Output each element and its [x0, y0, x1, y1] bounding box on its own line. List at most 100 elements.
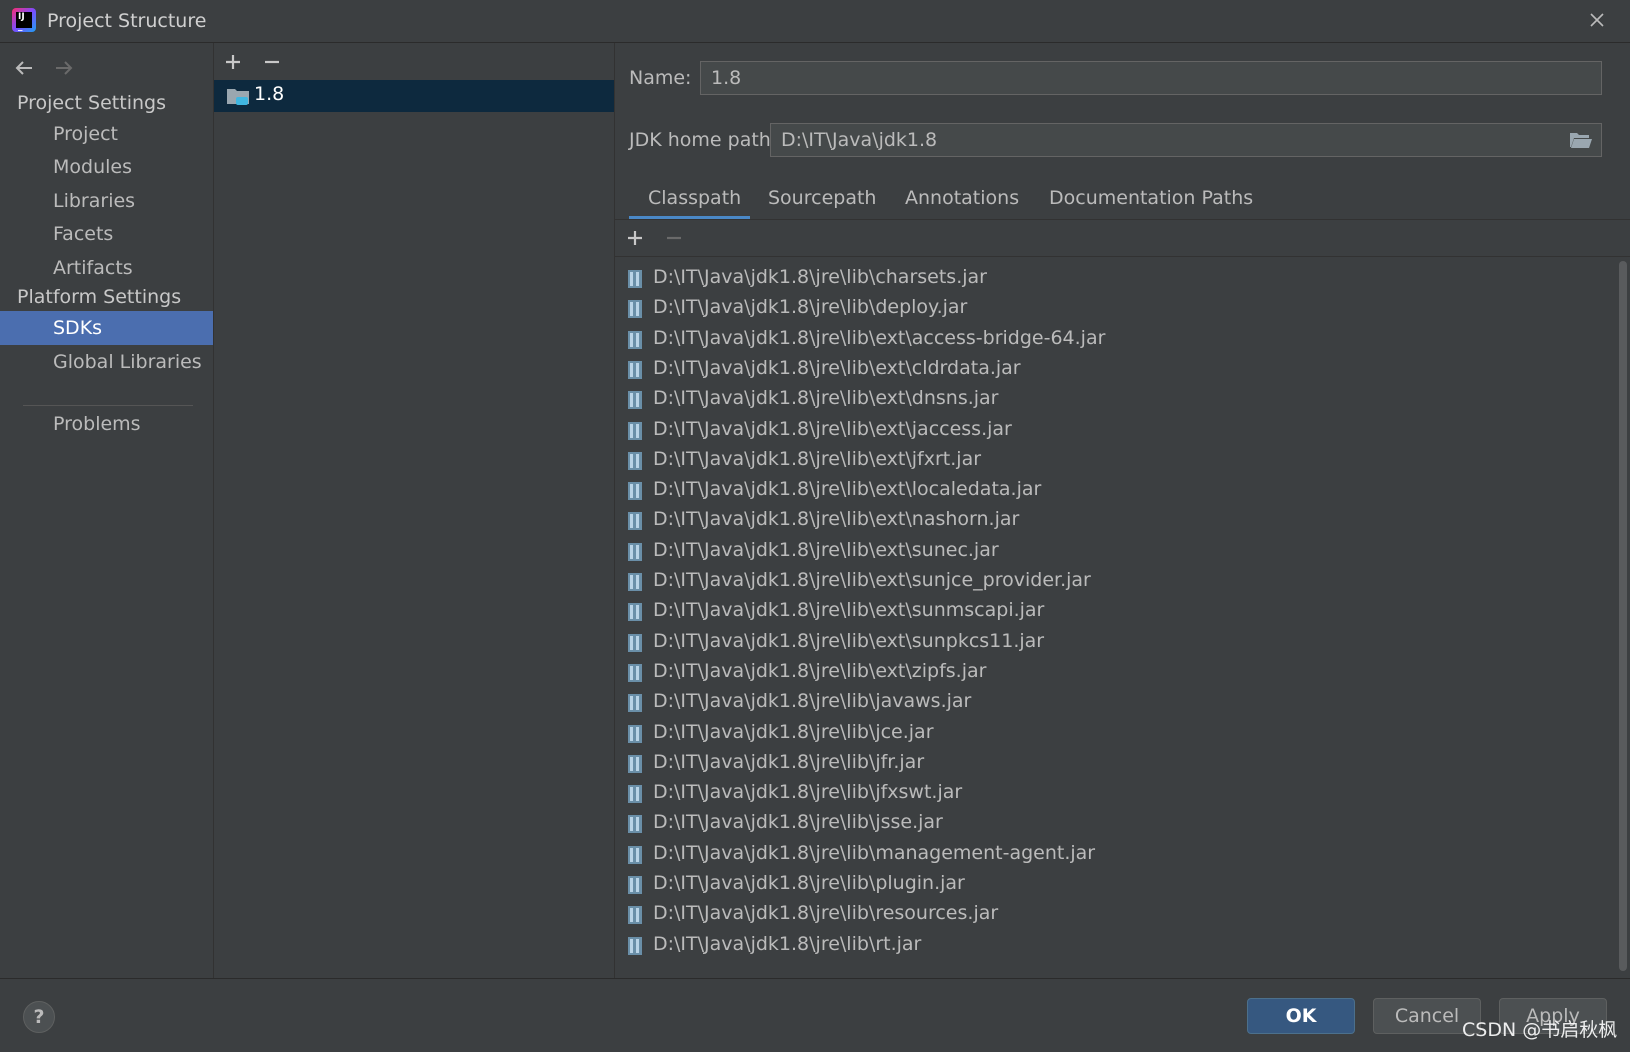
- classpath-list[interactable]: D:\IT\Java\jdk1.8\jre\lib\charsets.jar D:…: [615, 257, 1615, 978]
- window-title: Project Structure: [47, 10, 207, 32]
- sdk-list-item[interactable]: 1.8: [214, 80, 614, 112]
- name-field[interactable]: 1.8: [700, 61, 1602, 95]
- forward-arrow-icon[interactable]: [50, 55, 76, 81]
- classpath-row[interactable]: D:\IT\Java\jdk1.8\jre\lib\ext\access-bri…: [615, 324, 1615, 355]
- jar-icon: [628, 694, 642, 713]
- sidebar-item-project[interactable]: Project: [0, 117, 213, 151]
- jdk-home-path-field[interactable]: D:\IT\Java\jdk1.8: [770, 123, 1602, 157]
- jar-icon: [628, 391, 642, 410]
- classpath-row[interactable]: D:\IT\Java\jdk1.8\jre\lib\ext\nashorn.ja…: [615, 505, 1615, 536]
- jar-icon: [628, 573, 642, 591]
- dialog-footer: ? OK Cancel Apply CSDN @书启秋枫: [0, 978, 1630, 1052]
- classpath-path: D:\IT\Java\jdk1.8\jre\lib\jfr.jar: [653, 750, 925, 773]
- classpath-path: D:\IT\Java\jdk1.8\jre\lib\jce.jar: [653, 720, 934, 743]
- classpath-row[interactable]: D:\IT\Java\jdk1.8\jre\lib\jfr.jar: [615, 748, 1615, 779]
- ok-button[interactable]: OK: [1247, 998, 1355, 1034]
- remove-icon[interactable]: [262, 52, 282, 72]
- classpath-row[interactable]: D:\IT\Java\jdk1.8\jre\lib\rt.jar: [615, 930, 1615, 961]
- add-classpath-icon[interactable]: [625, 228, 645, 248]
- sidebar-divider: [23, 405, 193, 406]
- classpath-row[interactable]: D:\IT\Java\jdk1.8\jre\lib\charsets.jar: [615, 263, 1615, 294]
- jar-icon: [628, 603, 642, 622]
- jar-icon: [628, 482, 642, 501]
- jar-icon: [628, 876, 642, 894]
- classpath-row[interactable]: D:\IT\Java\jdk1.8\jre\lib\ext\jaccess.ja…: [615, 415, 1615, 446]
- intellij-logo-icon: IJ _: [12, 8, 36, 32]
- sidebar-item-sdks[interactable]: SDKs: [0, 311, 213, 345]
- classpath-path: D:\IT\Java\jdk1.8\jre\lib\ext\dnsns.jar: [653, 387, 999, 410]
- classpath-path: D:\IT\Java\jdk1.8\jre\lib\ext\nashorn.ja…: [653, 508, 1020, 531]
- classpath-row[interactable]: D:\IT\Java\jdk1.8\jre\lib\plugin.jar: [615, 869, 1615, 900]
- tab-classpath[interactable]: Classpath: [648, 187, 741, 209]
- jar-icon: [628, 663, 642, 682]
- remove-classpath-icon[interactable]: [664, 228, 684, 248]
- jar-icon: [628, 270, 642, 288]
- sdk-detail-panel: Name: 1.8 JDK home path: D:\IT\Java\jdk1…: [615, 43, 1630, 978]
- classpath-row[interactable]: D:\IT\Java\jdk1.8\jre\lib\jsse.jar: [615, 808, 1615, 839]
- classpath-row[interactable]: D:\IT\Java\jdk1.8\jre\lib\ext\localedata…: [615, 475, 1615, 506]
- sidebar-item-artifacts[interactable]: Artifacts: [0, 251, 213, 285]
- back-arrow-icon[interactable]: [12, 55, 38, 81]
- sdk-folder-icon: [227, 89, 249, 105]
- sidebar-item-libraries[interactable]: Libraries: [0, 184, 213, 218]
- title-bar: IJ _ Project Structure: [0, 0, 1630, 43]
- classpath-row[interactable]: D:\IT\Java\jdk1.8\jre\lib\ext\sunjce_pro…: [615, 566, 1615, 597]
- jar-icon: [628, 421, 642, 440]
- classpath-row[interactable]: D:\IT\Java\jdk1.8\jre\lib\resources.jar: [615, 899, 1615, 930]
- classpath-path: D:\IT\Java\jdk1.8\jre\lib\ext\sunjce_pro…: [653, 569, 1091, 591]
- jar-icon: [628, 633, 642, 652]
- sidebar-item-global-libraries[interactable]: Global Libraries: [0, 345, 213, 379]
- sdk-list-panel: 1.8: [214, 43, 615, 978]
- classpath-row[interactable]: D:\IT\Java\jdk1.8\jre\lib\javaws.jar: [615, 687, 1615, 718]
- classpath-row[interactable]: D:\IT\Java\jdk1.8\jre\lib\ext\sunpkcs11.…: [615, 627, 1615, 658]
- classpath-path: D:\IT\Java\jdk1.8\jre\lib\ext\access-bri…: [653, 326, 1106, 349]
- classpath-row[interactable]: D:\IT\Java\jdk1.8\jre\lib\ext\jfxrt.jar: [615, 445, 1615, 476]
- tab-sourcepath[interactable]: Sourcepath: [768, 187, 876, 209]
- name-label: Name:: [629, 67, 692, 89]
- sidebar-item-facets[interactable]: Facets: [0, 217, 213, 251]
- jar-icon: [628, 936, 642, 955]
- classpath-row[interactable]: D:\IT\Java\jdk1.8\jre\lib\ext\cldrdata.j…: [615, 354, 1615, 385]
- classpath-row[interactable]: D:\IT\Java\jdk1.8\jre\lib\jce.jar: [615, 718, 1615, 749]
- add-icon[interactable]: [223, 52, 243, 72]
- tab-annotations[interactable]: Annotations: [905, 187, 1019, 209]
- classpath-path: D:\IT\Java\jdk1.8\jre\lib\ext\jaccess.ja…: [653, 417, 1012, 440]
- classpath-path: D:\IT\Java\jdk1.8\jre\lib\plugin.jar: [653, 872, 965, 894]
- classpath-path: D:\IT\Java\jdk1.8\jre\lib\ext\sunec.jar: [653, 538, 999, 561]
- classpath-row[interactable]: D:\IT\Java\jdk1.8\jre\lib\jfxswt.jar: [615, 778, 1615, 809]
- jar-icon: [628, 512, 642, 531]
- classpath-path: D:\IT\Java\jdk1.8\jre\lib\jsse.jar: [653, 811, 943, 834]
- jdk-home-path-label: JDK home path:: [629, 129, 778, 151]
- classpath-row[interactable]: D:\IT\Java\jdk1.8\jre\lib\management-age…: [615, 839, 1615, 870]
- sdk-list-toolbar: [214, 43, 614, 79]
- sdk-list-item-label: 1.8: [254, 83, 285, 105]
- classpath-row[interactable]: D:\IT\Java\jdk1.8\jre\lib\ext\dnsns.jar: [615, 384, 1615, 415]
- close-icon[interactable]: [1586, 9, 1608, 31]
- sidebar-item-problems[interactable]: Problems: [0, 407, 213, 441]
- classpath-path: D:\IT\Java\jdk1.8\jre\lib\jfxswt.jar: [653, 781, 963, 804]
- settings-sidebar: Project Settings Project Modules Librari…: [0, 43, 214, 978]
- classpath-scrollbar[interactable]: [1615, 257, 1630, 978]
- jar-icon: [628, 330, 642, 349]
- classpath-row[interactable]: D:\IT\Java\jdk1.8\jre\lib\ext\zipfs.jar: [615, 657, 1615, 688]
- classpath-path: D:\IT\Java\jdk1.8\jre\lib\ext\jfxrt.jar: [653, 447, 982, 470]
- classpath-row[interactable]: D:\IT\Java\jdk1.8\jre\lib\ext\sunmscapi.…: [615, 596, 1615, 627]
- watermark-text: CSDN @书启秋枫: [1462, 1019, 1618, 1041]
- browse-folder-icon[interactable]: [1569, 130, 1593, 150]
- section-project-settings: Project Settings: [17, 92, 166, 114]
- jar-icon: [628, 360, 642, 379]
- help-button[interactable]: ?: [23, 1001, 55, 1033]
- classpath-row[interactable]: D:\IT\Java\jdk1.8\jre\lib\deploy.jar: [615, 293, 1615, 324]
- scrollbar-thumb[interactable]: [1619, 261, 1627, 971]
- jar-icon: [628, 724, 642, 743]
- classpath-path: D:\IT\Java\jdk1.8\jre\lib\ext\cldrdata.j…: [653, 356, 1021, 379]
- jar-icon: [628, 300, 642, 319]
- sidebar-item-modules[interactable]: Modules: [0, 150, 213, 184]
- jar-icon: [628, 754, 642, 773]
- tab-documentation-paths[interactable]: Documentation Paths: [1049, 187, 1253, 209]
- jar-icon: [628, 906, 642, 925]
- classpath-row[interactable]: D:\IT\Java\jdk1.8\jre\lib\ext\sunec.jar: [615, 536, 1615, 567]
- classpath-path: D:\IT\Java\jdk1.8\jre\lib\rt.jar: [653, 932, 922, 955]
- classpath-toolbar: [615, 220, 1630, 257]
- classpath-path: D:\IT\Java\jdk1.8\jre\lib\resources.jar: [653, 902, 999, 925]
